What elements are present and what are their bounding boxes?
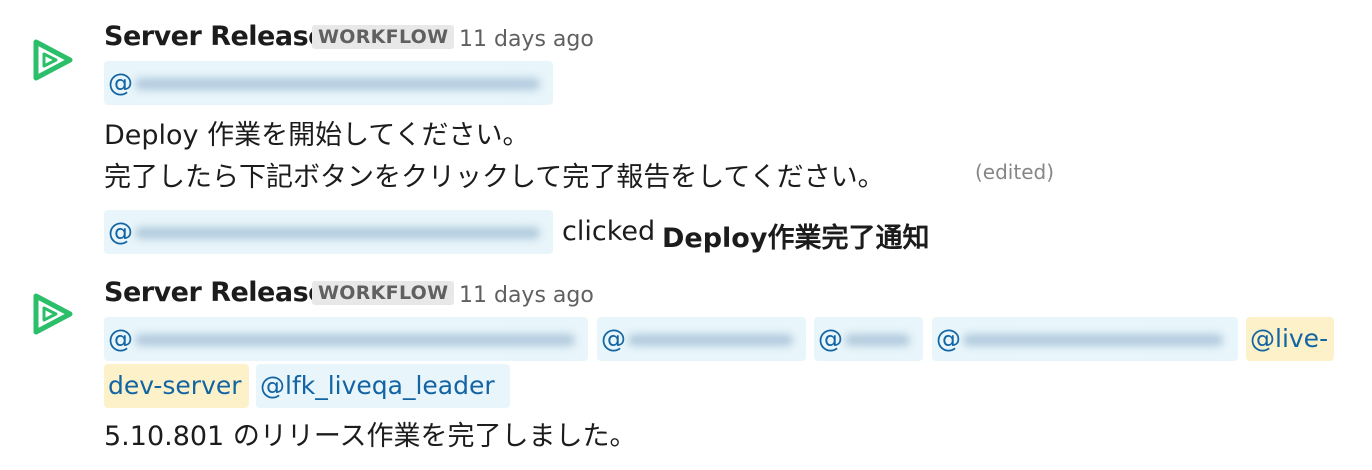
clicked-text: clicked (562, 216, 656, 247)
timestamp[interactable]: 11 days ago (459, 283, 594, 308)
user-mention[interactable]: @ (104, 317, 588, 361)
user-mention[interactable]: @ (104, 61, 553, 105)
message-line: Deploy 作業を開始してください。 (104, 120, 530, 151)
user-mention[interactable]: @ (597, 317, 806, 361)
timestamp[interactable]: 11 days ago (459, 27, 594, 52)
workflow-play-icon (28, 290, 76, 338)
workflow-button-name: Deploy作業完了通知 (662, 223, 930, 254)
message-line: 5.10.801 のリリース作業を完了しました。 (104, 421, 637, 452)
sender-name[interactable]: Server Release (104, 21, 326, 52)
channel-group-mention[interactable]: @live- (1246, 317, 1334, 361)
user-group-mention[interactable]: @lfk_liveqa_leader (256, 364, 510, 408)
user-mention[interactable]: @ (814, 317, 923, 361)
message-line: 完了したら下記ボタンをクリックして完了報告をしてください。 (104, 162, 885, 193)
sender-name[interactable]: Server Release (104, 277, 326, 308)
user-mention[interactable]: @ (104, 210, 553, 254)
channel-group-mention[interactable]: dev-server (104, 364, 249, 408)
user-mention[interactable]: @ (932, 317, 1238, 361)
workflow-badge: WORKFLOW (312, 25, 455, 49)
edited-label: (edited) (975, 160, 1055, 184)
workflow-play-icon (28, 36, 76, 84)
workflow-badge: WORKFLOW (312, 281, 455, 305)
